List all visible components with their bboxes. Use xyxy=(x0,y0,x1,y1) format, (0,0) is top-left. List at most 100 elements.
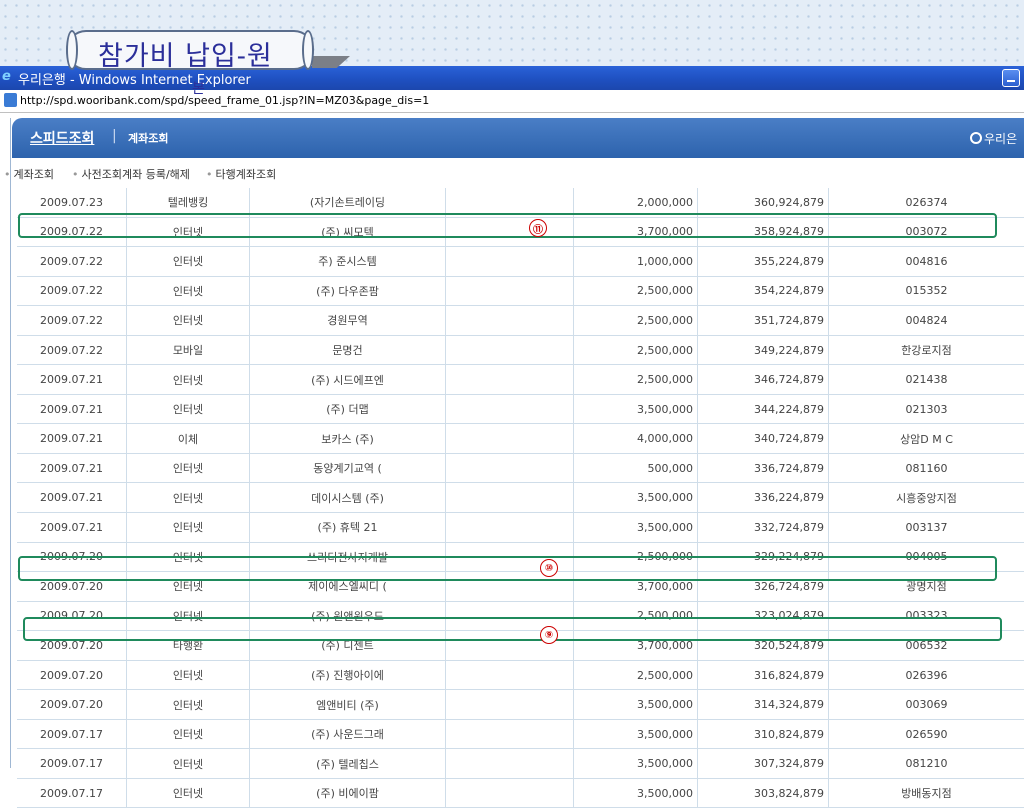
cell-date: 2009.07.21 xyxy=(17,365,127,394)
cell-blank xyxy=(446,690,574,719)
scroll-cap-left xyxy=(66,30,78,70)
section-title: 계좌조회 xyxy=(128,132,169,145)
address-bar[interactable]: http://spd.wooribank.com/spd/speed_frame… xyxy=(0,90,1024,113)
cell-type: 인터넷 xyxy=(127,276,250,306)
cell-amount: 3,500,000 xyxy=(574,778,698,808)
cell-blank xyxy=(446,394,574,424)
cell-amount: 3,500,000 xyxy=(574,719,698,749)
cell-balance: 355,224,879 xyxy=(698,247,829,276)
highlight-box xyxy=(18,556,997,581)
table-row[interactable]: 2009.07.20 인터넷 엠앤비티 (주) 3,500,000 314,324,87… xyxy=(17,690,1024,720)
cell-balance: 332,724,879 xyxy=(698,513,829,542)
submenu-item-preregister[interactable]: • 사전조회계좌 등록/해제 xyxy=(72,166,190,182)
cell-balance: 336,224,879 xyxy=(698,483,829,513)
cell-memo: (주) 진행아이에 xyxy=(250,660,446,690)
page-icon xyxy=(4,93,17,107)
cell-balance: 354,224,879 xyxy=(698,276,829,306)
annotation-marker: ⑪ xyxy=(529,219,547,237)
table-row[interactable]: 2009.07.17 인터넷 (주) 사운드그래 3,500,000 310,824,8… xyxy=(17,719,1024,750)
table-row[interactable]: 2009.07.20 인터넷 (주) 진행아이에 2,500,000 316,824,8… xyxy=(17,660,1024,691)
cell-branch: 003069 xyxy=(905,698,948,712)
cell-memo: 동양계기교역 ( xyxy=(250,453,446,483)
cell-balance: 316,824,879 xyxy=(698,660,829,690)
cell-date: 2009.07.21 xyxy=(17,513,127,542)
table-row[interactable]: 2009.07.22 인터넷 경원무역 2,500,000 351,724,879 004… xyxy=(17,306,1024,336)
bullet-icon: • xyxy=(206,168,213,181)
bullet-icon: • xyxy=(4,168,11,181)
speed-inquiry-link[interactable]: 스피드조회 xyxy=(30,128,94,148)
cell-type: 모바일 xyxy=(127,335,250,365)
cell-type: 인터넷 xyxy=(127,306,250,335)
cell-type: 인터넷 xyxy=(127,453,250,483)
table-row[interactable]: 2009.07.22 인터넷 주) 준시스템 1,000,000 355,224,879… xyxy=(17,247,1024,277)
cell-amount: 2,500,000 xyxy=(574,660,698,690)
cell-branch: 081210 xyxy=(905,757,948,771)
cell-balance: 351,724,879 xyxy=(698,306,829,335)
cell-branch: 015352 xyxy=(905,284,948,298)
cell-amount: 3,500,000 xyxy=(574,690,698,719)
cell-date: 2009.07.20 xyxy=(17,660,127,690)
cell-blank xyxy=(446,513,574,542)
cell-date: 2009.07.21 xyxy=(17,394,127,424)
bank-logo[interactable]: 우리은 xyxy=(970,130,1017,147)
cell-amount: 2,500,000 xyxy=(574,306,698,335)
minimize-button[interactable] xyxy=(1002,69,1020,87)
bank-name: 우리은 xyxy=(984,132,1018,146)
table-row[interactable]: 2009.07.22 인터넷 (주) 다우존팜 2,500,000 354,224,87… xyxy=(17,276,1024,307)
ie-icon: e xyxy=(2,69,11,84)
cell-memo: 문명건 xyxy=(250,335,446,365)
table-row[interactable]: 2009.07.21 인터넷 (주) 더맵 3,500,000 344,224,879 0… xyxy=(17,394,1024,425)
cell-date: 2009.07.20 xyxy=(17,690,127,719)
table-row[interactable]: 2009.07.21 인터넷 (주) 시드에프엔 2,500,000 346,724,8… xyxy=(17,365,1024,395)
cell-branch: 방배동지점 xyxy=(901,787,952,801)
app-header: 스피드조회 | 계좌조회 우리은 xyxy=(12,118,1024,158)
annotation-marker: ⑨ xyxy=(540,626,558,644)
cell-memo: 보카스 (주) xyxy=(250,424,446,453)
cell-balance: 349,224,879 xyxy=(698,335,829,365)
cell-branch: 상암D M C xyxy=(900,432,953,446)
cell-branch: 026396 xyxy=(905,668,948,682)
cell-blank xyxy=(446,306,574,335)
cell-amount: 3,500,000 xyxy=(574,513,698,542)
cell-blank xyxy=(446,365,574,394)
cell-blank xyxy=(446,453,574,483)
table-row[interactable]: 2009.07.17 인터넷 (주) 텔레칩스 3,500,000 307,324,87… xyxy=(17,749,1024,779)
table-row[interactable]: 2009.07.21 인터넷 데이시스템 (주) 3,500,000 336,224,8… xyxy=(17,483,1024,514)
cell-amount: 1,000,000 xyxy=(574,247,698,276)
cell-type: 인터넷 xyxy=(127,247,250,276)
sub-menu: • 계좌조회 • 사전조회계좌 등록/해제 • 타행계좌조회 xyxy=(0,162,1024,182)
url-text[interactable]: http://spd.wooribank.com/spd/speed_frame… xyxy=(20,94,429,107)
cell-type: 인터넷 xyxy=(127,660,250,690)
bullet-icon: • xyxy=(72,168,79,181)
table-row[interactable]: 2009.07.21 인터넷 (주) 휴텍 21 3,500,000 332,724,8… xyxy=(17,513,1024,543)
cell-amount: 500,000 xyxy=(574,453,698,483)
cell-memo: (주) 더맵 xyxy=(250,394,446,424)
table-row[interactable]: 2009.07.21 이체 보카스 (주) 4,000,000 340,724,879 상… xyxy=(17,424,1024,454)
highlight-box xyxy=(23,617,1002,641)
cell-branch: 021438 xyxy=(905,373,948,387)
cell-amount: 3,500,000 xyxy=(574,394,698,424)
cell-date: 2009.07.21 xyxy=(17,483,127,513)
cell-amount: 2,500,000 xyxy=(574,276,698,306)
table-row[interactable]: 2009.07.21 인터넷 동양계기교역 (500,000 336,724,879 0… xyxy=(17,453,1024,484)
table-row[interactable]: 2009.07.17 인터넷 (주) 비에이팜 3,500,000 303,824,87… xyxy=(17,778,1024,808)
cell-branch: 004824 xyxy=(905,313,948,327)
annotation-marker: ⑩ xyxy=(540,559,558,577)
table-row[interactable]: 2009.07.22 모바일 문명건 2,500,000 349,224,879 한강로지… xyxy=(17,335,1024,366)
cell-balance: 310,824,879 xyxy=(698,719,829,749)
cell-type: 인터넷 xyxy=(127,778,250,808)
scroll-cap-right xyxy=(302,30,314,70)
cell-type: 이체 xyxy=(127,424,250,453)
cell-blank xyxy=(446,778,574,808)
cell-memo: (주) 텔레칩스 xyxy=(250,749,446,778)
submenu-item-other-bank[interactable]: • 타행계좌조회 xyxy=(206,166,276,182)
cell-date: 2009.07.22 xyxy=(17,335,127,365)
cell-date: 2009.07.22 xyxy=(17,306,127,335)
cell-memo: 주) 준시스템 xyxy=(250,247,446,276)
submenu-item-account-inquiry[interactable]: • 계좌조회 xyxy=(4,166,54,182)
cell-blank xyxy=(446,749,574,778)
cell-memo: (주) 사운드그래 xyxy=(250,719,446,749)
cell-memo: (주) 시드에프엔 xyxy=(250,365,446,394)
slide-title: 참가비 납입-원 xyxy=(98,41,273,72)
cell-type: 인터넷 xyxy=(127,394,250,424)
